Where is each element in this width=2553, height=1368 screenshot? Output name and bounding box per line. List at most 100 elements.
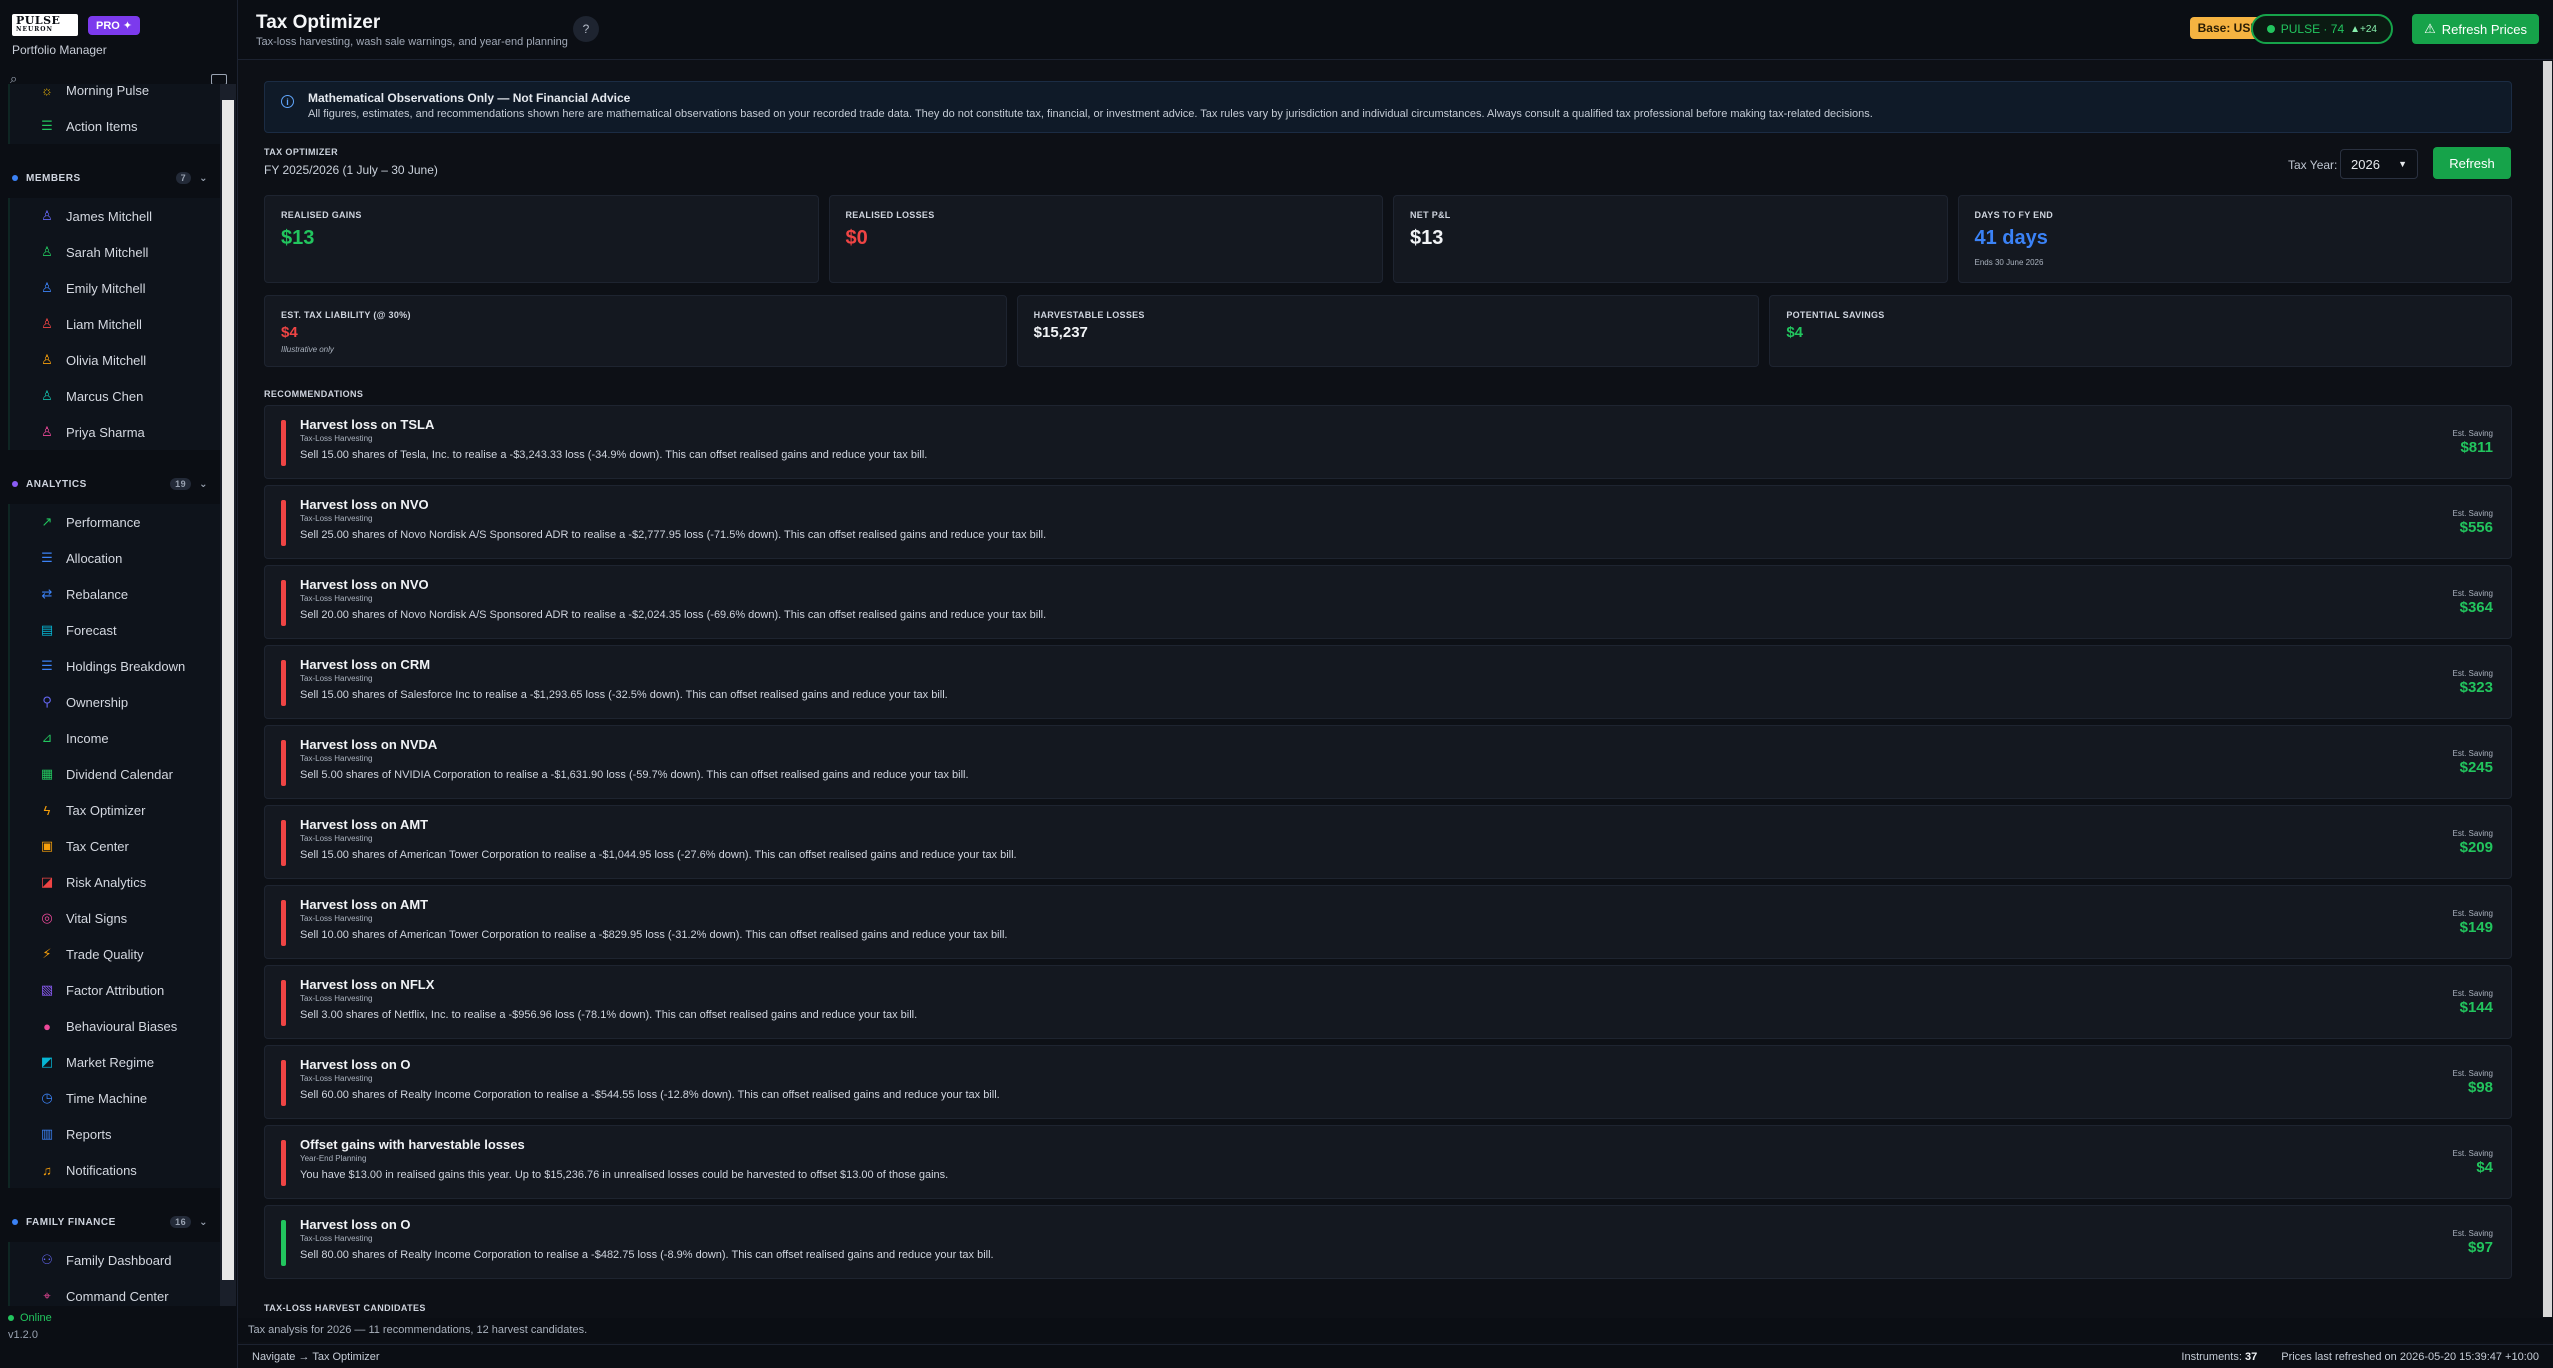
recommendation-category: Tax-Loss Harvesting: [300, 674, 373, 683]
stat-label: REALISED LOSSES: [845, 210, 935, 220]
recommendation-card[interactable]: Harvest loss on TSLA Tax-Loss Harvesting S…: [264, 405, 2512, 479]
sidebar-item-marcus-chen[interactable]: ♙ Marcus Chen: [10, 378, 220, 414]
recommendation-category: Tax-Loss Harvesting: [300, 994, 373, 1003]
sidebar-item-time-machine[interactable]: ◷ Time Machine: [10, 1080, 220, 1116]
recommendation-description: Sell 15.00 shares of Salesforce Inc to r…: [300, 689, 948, 701]
sidebar-item-morning-pulse[interactable]: ☼ Morning Pulse: [10, 84, 220, 108]
recommendation-card[interactable]: Harvest loss on NVO Tax-Loss Harvesting Se…: [264, 565, 2512, 639]
main-scrollbar[interactable]: [2542, 61, 2553, 1317]
sidebar-item-allocation[interactable]: ☰ Allocation: [10, 540, 220, 576]
sidebar-item-sarah-mitchell[interactable]: ♙ Sarah Mitchell: [10, 234, 220, 270]
section-analytics[interactable]: ANALYTICS 19 ⌄: [0, 464, 220, 504]
sidebar-item-liam-mitchell[interactable]: ♙ Liam Mitchell: [10, 306, 220, 342]
section-items-family-finance: ⚇ Family Dashboard ⌖ Command Center: [8, 1242, 220, 1306]
section-members[interactable]: MEMBERS 7 ⌄: [0, 158, 220, 198]
stat-card-est-tax-liability-30: EST. TAX LIABILITY (@ 30%) $4 Illustrative…: [264, 295, 1007, 367]
est-saving-value: $556: [2459, 519, 2493, 536]
refresh-prices-button[interactable]: ⚠ Refresh Prices: [2412, 14, 2539, 44]
sidebar-item-priya-sharma[interactable]: ♙ Priya Sharma: [10, 414, 220, 450]
recommendation-card[interactable]: Harvest loss on NVDA Tax-Loss Harvesting S…: [264, 725, 2512, 799]
sidebar-item-performance[interactable]: ↗ Performance: [10, 504, 220, 540]
tax-year-select[interactable]: 2026 ▼: [2340, 149, 2418, 179]
section-family-finance[interactable]: FAMILY FINANCE 16 ⌄: [0, 1202, 220, 1242]
sidebar-item-factor-attribution[interactable]: ▧ Factor Attribution: [10, 972, 220, 1008]
sidebar-scrollbar[interactable]: [220, 84, 236, 1306]
sidebar-item-behavioural-biases[interactable]: ● Behavioural Biases: [10, 1008, 220, 1044]
section-dot-icon: [12, 481, 18, 487]
stat-label: REALISED GAINS: [281, 210, 362, 220]
est-saving-label: Est. Saving: [2452, 1069, 2493, 1078]
sidebar-item-rebalance[interactable]: ⇄ Rebalance: [10, 576, 220, 612]
instruments-count: Instruments: 37: [2181, 1351, 2257, 1363]
recommendation-title: Harvest loss on O: [300, 1057, 411, 1072]
prices-refreshed: Prices last refreshed on 2026-05-20 15:3…: [2281, 1350, 2539, 1363]
section-count: 7: [175, 172, 192, 184]
chevron-down-icon[interactable]: ⌄: [199, 173, 208, 184]
sidebar-item-market-regime[interactable]: ◩ Market Regime: [10, 1044, 220, 1080]
sidebar-item-tax-center[interactable]: ▣ Tax Center: [10, 828, 220, 864]
sidebar-item-reports[interactable]: ▥ Reports: [10, 1116, 220, 1152]
recommendation-card[interactable]: Harvest loss on NFLX Tax-Loss Harvesting S…: [264, 965, 2512, 1039]
est-saving-label: Est. Saving: [2452, 909, 2493, 918]
recommendation-card[interactable]: Harvest loss on CRM Tax-Loss Harvesting Se…: [264, 645, 2512, 719]
est-saving-value: $144: [2459, 999, 2493, 1016]
chevron-down-icon[interactable]: ⌄: [199, 479, 208, 490]
est-saving-label: Est. Saving: [2452, 1229, 2493, 1238]
scrollbar-thumb[interactable]: [222, 100, 234, 1280]
app-logo[interactable]: PULSE NEURON: [12, 14, 78, 36]
recommendation-card[interactable]: Offset gains with harvestable losses Year…: [264, 1125, 2512, 1199]
recommendation-card[interactable]: Harvest loss on AMT Tax-Loss Harvesting Se…: [264, 885, 2512, 959]
list-icon: ☰: [41, 658, 53, 673]
recommendation-title: Harvest loss on CRM: [300, 657, 431, 672]
recommendation-card[interactable]: Harvest loss on NVO Tax-Loss Harvesting Se…: [264, 485, 2512, 559]
scrollbar-thumb[interactable]: [2543, 61, 2552, 1317]
sidebar-item-label: Rebalance: [66, 586, 129, 602]
sidebar-item-notifications[interactable]: ♫ Notifications: [10, 1152, 220, 1188]
section-dot-icon: [12, 1219, 18, 1225]
user-icon: ♙: [41, 208, 53, 223]
fiscal-year: FY 2025/2026 (1 July – 30 June): [264, 163, 438, 177]
sidebar-item-tax-optimizer[interactable]: ϟ Tax Optimizer: [10, 792, 220, 828]
sidebar-item-label: Ownership: [66, 694, 129, 710]
recommendation-card[interactable]: Harvest loss on O Tax-Loss Harvesting Sell…: [264, 1205, 2512, 1279]
sidebar-item-dividend-calendar[interactable]: ▦ Dividend Calendar: [10, 756, 220, 792]
sidebar-item-forecast[interactable]: ▤ Forecast: [10, 612, 220, 648]
sidebar-item-james-mitchell[interactable]: ♙ James Mitchell: [10, 198, 220, 234]
sidebar-item-emily-mitchell[interactable]: ♙ Emily Mitchell: [10, 270, 220, 306]
section-count: 19: [170, 478, 192, 490]
sidebar-item-trade-quality[interactable]: ⚡ Trade Quality: [10, 936, 220, 972]
priority-bar: [281, 500, 286, 546]
sidebar-item-olivia-mitchell[interactable]: ♙ Olivia Mitchell: [10, 342, 220, 378]
priority-bar: [281, 660, 286, 706]
sidebar-item-label: Market Regime: [66, 1054, 155, 1070]
keyboard-icon[interactable]: [211, 73, 227, 85]
chart-line-icon: ↗: [41, 514, 53, 529]
help-button[interactable]: ?: [573, 16, 599, 42]
instruments-value: 37: [2244, 1350, 2258, 1363]
sidebar-item-action-items[interactable]: ☰ Action Items: [10, 108, 220, 144]
sidebar-item-income[interactable]: ⊿ Income: [10, 720, 220, 756]
recommendation-description: Sell 60.00 shares of Realty Income Corpo…: [300, 1089, 1000, 1101]
recommendation-title: Harvest loss on TSLA: [300, 417, 435, 432]
recommendation-card[interactable]: Harvest loss on O Tax-Loss Harvesting Sell…: [264, 1045, 2512, 1119]
priority-bar: [281, 1060, 286, 1106]
sidebar-item-label: Factor Attribution: [66, 982, 165, 998]
chevron-down-icon[interactable]: ⌄: [199, 1217, 208, 1228]
sidebar-item-risk-analytics[interactable]: ◪ Risk Analytics: [10, 864, 220, 900]
recommendation-card[interactable]: Harvest loss on AMT Tax-Loss Harvesting Se…: [264, 805, 2512, 879]
section-title: FAMILY FINANCE: [26, 1216, 116, 1228]
refresh-button[interactable]: Refresh: [2433, 147, 2511, 179]
pulse-score-badge[interactable]: PULSE · 74 ▲+24: [2250, 14, 2393, 44]
sidebar-item-family-dashboard[interactable]: ⚇ Family Dashboard: [10, 1242, 220, 1278]
sidebar-item-holdings-breakdown[interactable]: ☰ Holdings Breakdown: [10, 648, 220, 684]
sidebar-item-command-center[interactable]: ⌖ Command Center: [10, 1278, 220, 1306]
user-icon: ♙: [41, 316, 53, 331]
recommendation-category: Tax-Loss Harvesting: [300, 434, 373, 443]
recommendation-category: Tax-Loss Harvesting: [300, 594, 373, 603]
sidebar-item-label: Behavioural Biases: [66, 1018, 178, 1034]
sidebar-item-vital-signs[interactable]: ◎ Vital Signs: [10, 900, 220, 936]
est-saving-label: Est. Saving: [2452, 749, 2493, 758]
connection-status: Online: [8, 1312, 230, 1324]
est-saving-label: Est. Saving: [2452, 1149, 2493, 1158]
sidebar-item-ownership[interactable]: ⚲ Ownership: [10, 684, 220, 720]
